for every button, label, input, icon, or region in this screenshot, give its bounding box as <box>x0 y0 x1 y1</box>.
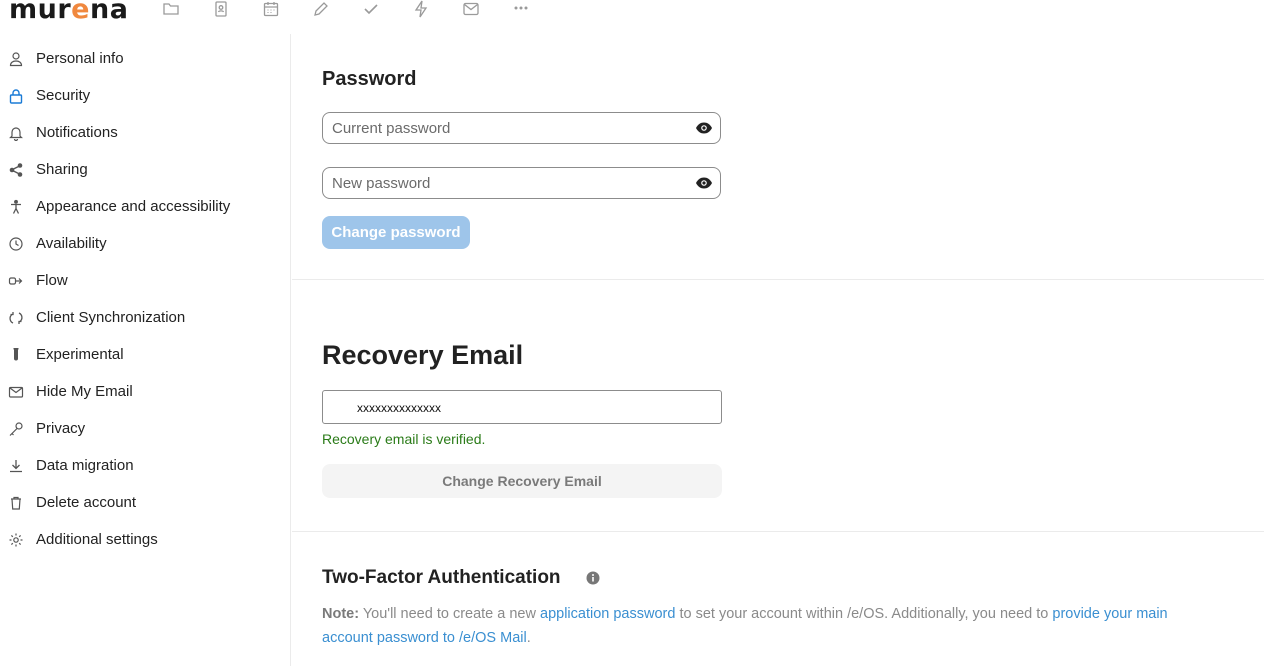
new-password-field[interactable] <box>322 167 721 199</box>
mail-icon <box>8 384 24 400</box>
show-password-icon[interactable] <box>695 175 713 191</box>
info-icon[interactable] <box>586 571 600 585</box>
sidebar-item-label: Experimental <box>36 346 124 363</box>
sidebar-item-delete-account[interactable]: Delete account <box>0 484 291 521</box>
section-divider <box>292 279 1264 280</box>
sidebar-item-label: Notifications <box>36 124 118 141</box>
two-factor-note: Note: You'll need to create a new applic… <box>322 606 1168 646</box>
recovery-email-status: Recovery email is verified. <box>322 431 486 447</box>
top-bar: murena <box>0 0 1264 25</box>
contacts-icon[interactable] <box>212 0 230 18</box>
download-icon <box>8 458 24 474</box>
sidebar-item-label: Hide My Email <box>36 383 133 400</box>
current-password-field[interactable] <box>322 112 721 144</box>
activity-icon[interactable] <box>412 0 430 18</box>
change-password-button[interactable]: Change password <box>322 216 470 249</box>
sidebar-item-availability[interactable]: Availability <box>0 225 291 262</box>
sidebar-item-client-sync[interactable]: Client Synchronization <box>0 299 291 336</box>
notes-icon[interactable] <box>312 0 330 18</box>
sidebar-item-appearance[interactable]: Appearance and accessibility <box>0 188 291 225</box>
change-recovery-email-button[interactable]: Change Recovery Email <box>322 464 722 498</box>
mail-icon[interactable] <box>462 0 480 18</box>
sidebar-item-experimental[interactable]: Experimental <box>0 336 291 373</box>
sidebar-item-label: Availability <box>36 235 107 252</box>
section-divider <box>292 531 1264 532</box>
tasks-icon[interactable] <box>362 0 380 18</box>
recovery-email-input[interactable] <box>357 399 697 417</box>
sidebar-item-label: Delete account <box>36 494 137 511</box>
sidebar-item-data-migration[interactable]: Data migration <box>0 447 291 484</box>
current-password-input[interactable] <box>332 119 692 137</box>
murena-logo[interactable]: murena <box>9 0 128 25</box>
user-icon <box>8 51 24 67</box>
password-title: Password <box>322 68 417 90</box>
sidebar-item-hide-my-email[interactable]: Hide My Email <box>0 373 291 410</box>
sidebar-item-label: Personal info <box>36 50 124 67</box>
new-password-input[interactable] <box>332 174 692 192</box>
lock-icon <box>8 88 24 104</box>
sidebar-item-flow[interactable]: Flow <box>0 262 291 299</box>
sidebar-item-personal-info[interactable]: Personal info <box>0 40 291 77</box>
two-factor-title: Two-Factor Authentication <box>322 567 561 588</box>
sidebar-item-privacy[interactable]: Privacy <box>0 410 291 447</box>
sidebar-item-label: Sharing <box>36 161 88 178</box>
sidebar-item-label: Data migration <box>36 457 134 474</box>
more-icon[interactable] <box>512 0 530 18</box>
sidebar-item-additional-settings[interactable]: Additional settings <box>0 521 291 558</box>
clock-icon <box>8 236 24 252</box>
key-icon <box>8 421 24 437</box>
share-icon <box>8 162 24 178</box>
accessibility-icon <box>8 199 24 215</box>
flask-icon <box>8 347 24 363</box>
sidebar-item-label: Privacy <box>36 420 86 437</box>
sidebar-item-label: Additional settings <box>36 531 158 548</box>
recovery-email-field[interactable] <box>322 390 722 424</box>
sidebar-item-notifications[interactable]: Notifications <box>0 114 291 151</box>
settings-sidebar: Personal info Security Notifications Sha… <box>0 34 291 666</box>
sidebar-item-security[interactable]: Security <box>0 77 291 114</box>
flow-icon <box>8 273 24 289</box>
sync-icon <box>8 310 24 326</box>
folder-icon[interactable] <box>162 0 180 18</box>
show-password-icon[interactable] <box>695 120 713 136</box>
sidebar-item-label: Security <box>36 87 91 104</box>
bell-icon <box>8 125 24 141</box>
recovery-email-title: Recovery Email <box>322 340 524 370</box>
gear-icon <box>8 532 24 548</box>
sidebar-item-sharing[interactable]: Sharing <box>0 151 291 188</box>
sidebar-item-label: Appearance and accessibility <box>36 198 231 215</box>
application-password-link[interactable]: application password <box>540 606 675 622</box>
sidebar-item-label: Flow <box>36 272 68 289</box>
trash-icon <box>8 495 24 511</box>
calendar-icon[interactable] <box>262 0 280 18</box>
sidebar-item-label: Client Synchronization <box>36 309 186 326</box>
